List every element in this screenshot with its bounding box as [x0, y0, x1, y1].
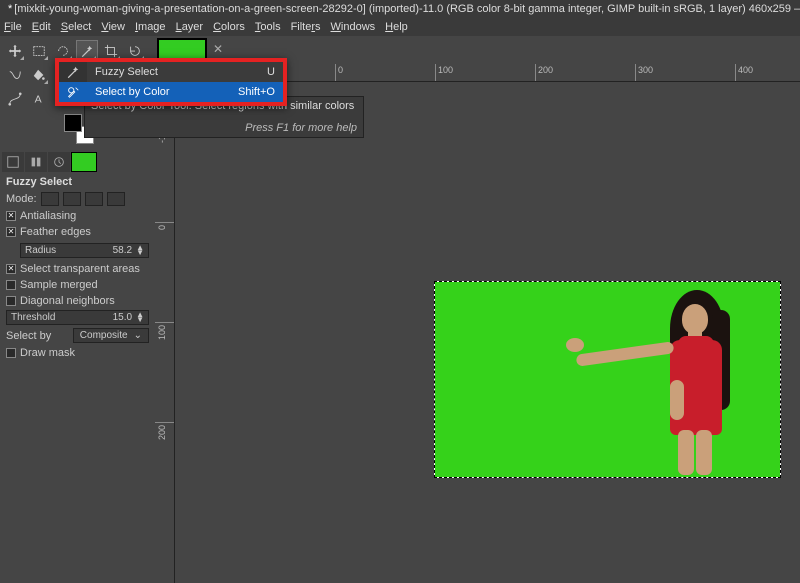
vruler-tick: 100: [157, 325, 167, 340]
diagonal-checkbox[interactable]: [6, 296, 16, 306]
dock-tab-devices[interactable]: [25, 152, 47, 172]
title-bar: * [mixkit-young-woman-giving-a-presentat…: [0, 0, 800, 18]
menu-help[interactable]: Help: [385, 21, 408, 33]
threshold-spinner[interactable]: ▲▼: [136, 313, 144, 323]
svg-text:A: A: [35, 94, 42, 106]
flyout-item-label: Fuzzy Select: [95, 66, 158, 78]
selectby-label: Select by: [6, 330, 51, 342]
mode-subtract-icon[interactable]: [85, 192, 103, 206]
rect-select-tool[interactable]: [28, 40, 50, 62]
person-figure: [630, 290, 750, 470]
vruler-tick: 200: [157, 425, 167, 440]
radius-spinner[interactable]: ▲▼: [136, 246, 144, 256]
feather-label: Feather edges: [20, 226, 91, 238]
feather-row[interactable]: Feather edges: [6, 224, 149, 240]
radius-value[interactable]: 58.2: [113, 245, 132, 256]
dock-tab-image[interactable]: [71, 152, 97, 172]
warp-tool[interactable]: [4, 64, 26, 86]
hruler-tick: 400: [738, 65, 753, 75]
flyout-icon-by-color[interactable]: [59, 82, 87, 102]
antialias-label: Antialiasing: [20, 210, 76, 222]
bucket-fill-tool[interactable]: [28, 64, 50, 86]
sel-transparent-checkbox[interactable]: [6, 264, 16, 274]
sample-merged-checkbox[interactable]: [6, 280, 16, 290]
hruler-tick: 300: [638, 65, 653, 75]
feather-checkbox[interactable]: [6, 227, 16, 237]
diagonal-label: Diagonal neighbors: [20, 295, 115, 307]
vertical-ruler[interactable]: -100 0 100 200: [155, 82, 175, 583]
drawmask-row[interactable]: Draw mask: [6, 345, 149, 361]
selectby-value: Composite: [80, 330, 128, 341]
radius-row[interactable]: Radius 58.2 ▲▼: [6, 240, 149, 261]
menu-windows[interactable]: Windows: [331, 21, 376, 33]
flyout-item-select-by-color[interactable]: Select by Color Shift+O: [87, 82, 283, 102]
menu-colors[interactable]: Colors: [213, 21, 245, 33]
tooltip-hint: Press F1 for more help: [91, 122, 357, 134]
hruler-tick: 0: [338, 65, 343, 75]
menu-file[interactable]: FFileile: [4, 21, 22, 33]
image-greenscreen[interactable]: [435, 282, 780, 477]
sel-transparent-row[interactable]: Select transparent areas: [6, 261, 149, 277]
vruler-tick: 0: [157, 225, 167, 230]
mode-intersect-icon[interactable]: [107, 192, 125, 206]
antialias-checkbox[interactable]: [6, 211, 16, 221]
diagonal-row[interactable]: Diagonal neighbors: [6, 293, 149, 309]
menu-layer[interactable]: Layer: [176, 21, 204, 33]
menu-image[interactable]: Image: [135, 21, 166, 33]
window-title: [mixkit-young-woman-giving-a-presentatio…: [14, 3, 800, 15]
dock-tab-history[interactable]: [48, 152, 70, 172]
threshold-label: Threshold: [11, 312, 55, 323]
fg-color-swatch[interactable]: [64, 114, 82, 132]
menu-view[interactable]: View: [101, 21, 125, 33]
threshold-row[interactable]: Threshold 15.0 ▲▼: [6, 310, 149, 325]
menu-bar[interactable]: FFileile Edit Select View Image Layer Co…: [0, 18, 800, 36]
hruler-tick: 100: [438, 65, 453, 75]
tool-flyout[interactable]: Fuzzy Select U Select by Color Shift+O: [55, 58, 287, 106]
drawmask-checkbox[interactable]: [6, 348, 16, 358]
flyout-item-shortcut: Shift+O: [238, 86, 275, 98]
text-tool[interactable]: A: [28, 88, 50, 110]
menu-filters[interactable]: Filters: [291, 21, 321, 33]
flyout-item-shortcut: U: [267, 66, 275, 78]
antialias-row[interactable]: Antialiasing: [6, 208, 149, 224]
menu-tools[interactable]: Tools: [255, 21, 281, 33]
tool-options-panel: Fuzzy Select Mode: Antialiasing Feather …: [0, 172, 155, 363]
flyout-item-fuzzy-select[interactable]: Fuzzy Select U: [87, 62, 283, 82]
flyout-icon-fuzzy[interactable]: [59, 62, 87, 82]
threshold-value[interactable]: 15.0: [113, 312, 132, 323]
sel-transparent-label: Select transparent areas: [20, 263, 140, 275]
tool-options-title: Fuzzy Select: [6, 174, 149, 190]
chevron-down-icon: ⌄: [134, 330, 142, 341]
path-tool[interactable]: [4, 88, 26, 110]
sample-merged-label: Sample merged: [20, 279, 98, 291]
menu-edit[interactable]: Edit: [32, 21, 51, 33]
mode-label: Mode:: [6, 193, 37, 205]
mode-add-icon[interactable]: [63, 192, 81, 206]
sample-merged-row[interactable]: Sample merged: [6, 277, 149, 293]
flyout-item-label: Select by Color: [95, 86, 170, 98]
dock-tabs[interactable]: [0, 150, 155, 172]
hruler-tick: 200: [538, 65, 553, 75]
menu-select[interactable]: Select: [61, 21, 92, 33]
move-tool[interactable]: [4, 40, 26, 62]
mode-row: Mode:: [6, 190, 149, 208]
selectby-row[interactable]: Select by Composite ⌄: [6, 326, 149, 345]
canvas[interactable]: [175, 82, 800, 583]
selectby-combo[interactable]: Composite ⌄: [73, 328, 149, 343]
drawmask-label: Draw mask: [20, 347, 75, 359]
dock-tab-tool-options[interactable]: [2, 152, 24, 172]
image-tab-close-icon[interactable]: ✕: [211, 42, 225, 56]
modified-asterisk: *: [8, 3, 12, 15]
radius-label: Radius: [25, 245, 56, 256]
mode-replace-icon[interactable]: [41, 192, 59, 206]
